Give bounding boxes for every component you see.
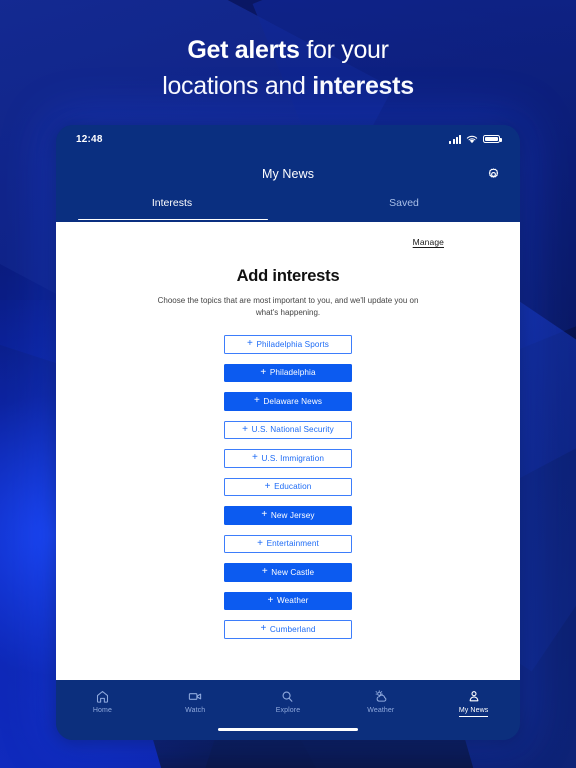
status-bar-icons — [449, 134, 502, 144]
bottom-navigation-bar: Home Watch Explore Weather My News — [56, 680, 520, 740]
tab-interests[interactable]: Interests — [56, 195, 288, 222]
interest-chip-label: Philadelphia Sports — [256, 339, 329, 349]
headline-emphasis-1: Get alerts — [187, 36, 300, 64]
interest-chip[interactable]: + Delaware News — [224, 392, 352, 411]
promo-headline: Get alerts for your locations and intere… — [0, 32, 576, 104]
search-icon — [280, 689, 295, 704]
nav-item-home[interactable]: Home — [56, 689, 149, 714]
nav-item-weather[interactable]: Weather — [334, 689, 427, 714]
interest-chip[interactable]: + Weather — [224, 591, 352, 610]
status-bar-clock: 12:48 — [76, 133, 103, 145]
headline-text-1: for your — [299, 36, 389, 64]
interest-chip-label: Philadelphia — [269, 368, 316, 378]
person-icon — [467, 689, 481, 704]
nav-item-my-news[interactable]: My News — [427, 689, 520, 717]
interest-chip[interactable]: + Philadelphia Sports — [224, 335, 352, 354]
interest-chip-label: Weather — [276, 596, 309, 606]
section-description: Choose the topics that are most importan… — [157, 296, 419, 317]
interest-chip[interactable]: + New Castle — [224, 563, 352, 582]
interest-chip[interactable]: + U.S. Immigration — [224, 449, 352, 468]
battery-icon — [483, 134, 502, 144]
interest-chip-label: Delaware News — [263, 396, 323, 406]
tab-active-indicator — [78, 218, 268, 220]
gear-icon — [488, 167, 498, 178]
interest-chip-label: New Castle — [271, 567, 315, 577]
interest-chip-label: New Jersey — [270, 510, 315, 520]
interest-chip[interactable]: + Education — [224, 477, 352, 496]
interest-chip[interactable]: + U.S. National Security — [224, 420, 352, 439]
app-screen: Manage Add interests Choose the topics t… — [56, 222, 520, 680]
nav-item-watch[interactable]: Watch — [149, 689, 242, 714]
headline-text-2: locations and — [162, 72, 313, 100]
plus-icon: + — [242, 423, 249, 435]
manage-row: Manage — [56, 222, 520, 250]
plus-icon: + — [257, 537, 264, 549]
headline-emphasis-2: interests — [312, 72, 414, 100]
plus-icon: + — [247, 338, 253, 350]
video-camera-icon — [187, 689, 203, 704]
tablet-device-frame: 12:48 My News Interests Saved Manage Add… — [56, 125, 520, 740]
interest-chip[interactable]: + Philadelphia — [224, 363, 352, 382]
interest-chip[interactable]: + Entertainment — [224, 534, 352, 553]
interest-chip-label: Entertainment — [266, 539, 319, 549]
settings-button[interactable] — [482, 163, 504, 185]
nav-item-label: My News — [458, 707, 489, 717]
interest-chip-list: + Philadelphia Sports + Philadelphia + Delawa… — [56, 335, 520, 639]
manage-link[interactable]: Manage — [413, 237, 444, 247]
section-heading: Add interests — [236, 267, 340, 285]
plus-icon: + — [253, 395, 260, 407]
nav-item-label: Watch — [185, 707, 206, 714]
plus-icon: + — [267, 594, 274, 606]
plus-icon: + — [260, 366, 267, 378]
nav-item-label: Explore — [275, 707, 301, 714]
home-icon — [95, 689, 110, 704]
nav-item-label: Home — [92, 707, 112, 714]
interest-chip-label: Education — [274, 482, 312, 492]
signal-bars-icon — [449, 134, 461, 144]
interest-chip-label: Cumberland — [269, 624, 316, 634]
sun-cloud-icon — [373, 689, 389, 704]
nav-item-explore[interactable]: Explore — [242, 689, 335, 714]
plus-icon: + — [264, 480, 271, 492]
tab-saved[interactable]: Saved — [288, 195, 520, 222]
plus-icon: + — [261, 509, 268, 521]
tab-bar: Interests Saved — [56, 195, 520, 222]
interest-chip[interactable]: + New Jersey — [224, 506, 352, 525]
app-header: My News — [56, 153, 520, 195]
plus-icon: + — [251, 452, 258, 464]
interest-chip-label: U.S. Immigration — [261, 453, 325, 463]
plus-icon: + — [260, 623, 267, 635]
interest-chip[interactable]: + Cumberland — [224, 620, 352, 639]
status-bar: 12:48 — [56, 125, 520, 153]
home-indicator — [218, 727, 358, 731]
page-title: My News — [261, 167, 315, 181]
nav-item-label: Weather — [367, 707, 395, 714]
wifi-icon — [466, 135, 478, 143]
plus-icon: + — [261, 566, 268, 578]
interest-chip-label: U.S. National Security — [251, 425, 334, 435]
